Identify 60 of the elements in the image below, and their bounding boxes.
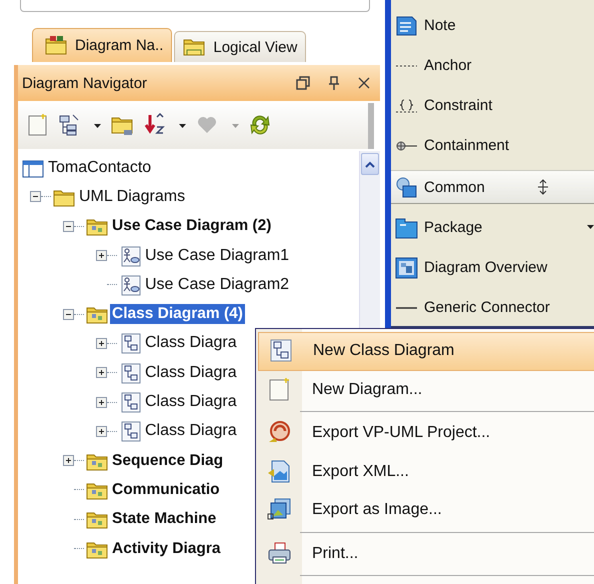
menu-item[interactable]: Print... — [258, 534, 594, 573]
restore-icon[interactable] — [296, 76, 310, 90]
tree-item[interactable]: Class Diagra — [143, 392, 239, 412]
scroll-up-button[interactable] — [361, 153, 379, 175]
tree-item[interactable]: Class Diagra — [143, 333, 239, 354]
expand-icon[interactable] — [96, 338, 107, 349]
diagram-overview-icon[interactable] — [395, 256, 418, 278]
use-case-diagram-icon — [119, 274, 141, 296]
use-case-diagram-icon — [119, 244, 141, 267]
palette-item[interactable]: Containment — [424, 136, 510, 154]
dropdown-caret-icon[interactable] — [587, 225, 594, 229]
tree-item[interactable]: Use Case Diagram2 — [143, 274, 292, 295]
resize-icon[interactable] — [536, 179, 549, 195]
tree-item[interactable]: UML Diagrams — [77, 186, 188, 207]
class-diagram-icon — [119, 332, 141, 354]
tree-item[interactable]: State Machine — [110, 509, 218, 530]
tree-item[interactable]: TomaContacto — [46, 158, 154, 178]
class-diagram-icon — [119, 391, 141, 414]
collapse-icon[interactable] — [30, 191, 41, 202]
expand-icon[interactable] — [96, 426, 107, 437]
class-diagram-icon — [268, 338, 294, 364]
package-icon[interactable] — [395, 216, 418, 238]
collapse-icon[interactable] — [63, 308, 74, 320]
expand-icon[interactable] — [96, 367, 107, 378]
palette-item[interactable]: Package — [424, 218, 482, 236]
tree-item[interactable]: Sequence Diag — [110, 450, 226, 471]
palette-item[interactable]: Constraint — [424, 96, 492, 114]
tree-item[interactable]: Activity Diagra — [110, 538, 223, 558]
expand-icon[interactable] — [63, 455, 74, 466]
tree-item[interactable]: Communicatio — [110, 480, 222, 500]
tab[interactable]: Logical View — [174, 31, 306, 62]
palette-item[interactable]: Anchor — [424, 56, 472, 74]
tree-item[interactable]: Class Diagra — [143, 362, 239, 383]
expand-icon[interactable] — [96, 250, 107, 262]
menu-item[interactable]: Export VP-UML Project... — [258, 414, 594, 452]
palette-item[interactable]: Note — [424, 16, 456, 34]
dropdown-caret-icon[interactable] — [94, 124, 101, 128]
collapse-icon[interactable] — [63, 220, 74, 232]
palette-item[interactable]: Diagram Overview — [424, 258, 548, 276]
dropdown-caret-icon[interactable] — [179, 124, 186, 128]
caret-up-icon — [365, 160, 375, 168]
note-icon[interactable] — [395, 14, 418, 36]
tree-item[interactable]: Class Diagra — [143, 421, 239, 442]
palette-item[interactable]: Generic Connector — [424, 298, 550, 316]
tree-item[interactable]: Use Case Diagram1 — [143, 246, 292, 266]
shapes-icon[interactable] — [395, 176, 418, 198]
menu-item[interactable]: New Diagram... — [258, 370, 594, 409]
tree-item[interactable]: Class Diagram (4) — [110, 304, 245, 324]
class-diagram-icon — [119, 420, 141, 442]
palette-group-header[interactable]: Common — [391, 170, 594, 204]
close-icon[interactable] — [358, 77, 370, 89]
menu-item[interactable]: Export as Image... — [258, 491, 594, 530]
pin-icon[interactable] — [328, 76, 340, 90]
expand-icon[interactable] — [96, 396, 107, 408]
class-diagram-icon — [119, 362, 141, 384]
panel-title: Diagram Navigator — [22, 74, 148, 92]
tab[interactable]: Diagram Na.. — [32, 28, 172, 62]
menu-item[interactable]: New Class Diagram — [258, 332, 594, 370]
tree-item[interactable]: Use Case Diagram (2) — [110, 216, 274, 236]
menu-item[interactable]: Export XML... — [258, 452, 594, 491]
